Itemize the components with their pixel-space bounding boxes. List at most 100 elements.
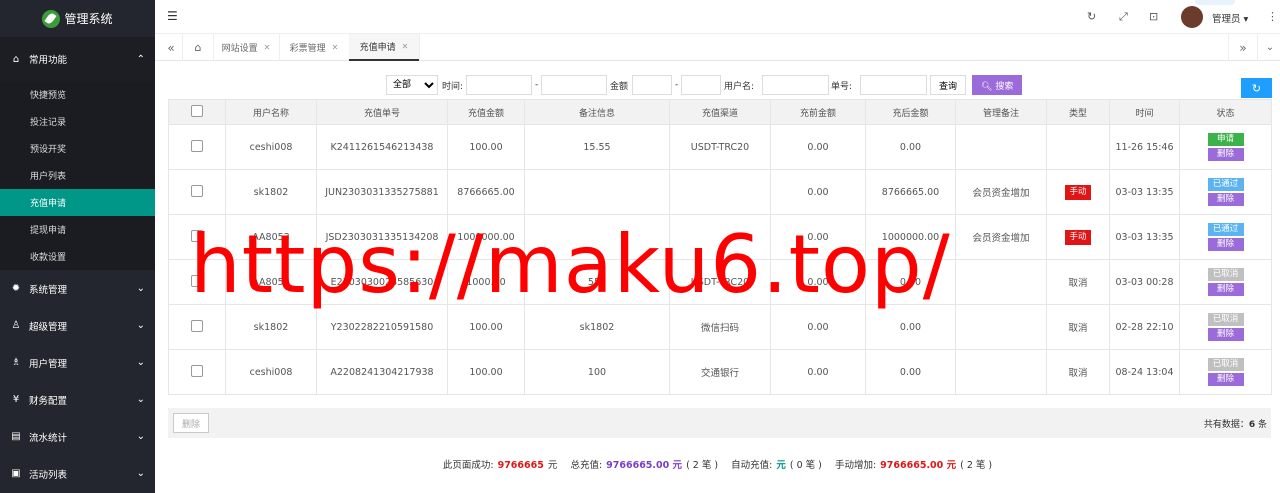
sidebar-group-finance[interactable]: ¥ 财务配置 ⌄	[0, 381, 155, 418]
status-badge[interactable]: 已取消	[1207, 313, 1244, 326]
row-delete-button[interactable]: 删除	[1207, 148, 1244, 161]
sidebar-group-stats[interactable]: ▤ 流水统计 ⌄	[0, 418, 155, 455]
table-row: AA8053 JSD2303031335134208 1000000.00 0.00 1…	[168, 214, 1272, 260]
row-delete-button[interactable]: 删除	[1207, 373, 1244, 386]
sidebar-group-common[interactable]: ⌂ 常用功能 ⌃	[0, 37, 155, 81]
row-checkbox[interactable]	[191, 319, 203, 332]
cell-channel: 微信扫码	[669, 304, 771, 350]
tab-lottery-management[interactable]: 彩票管理 ✕	[279, 34, 349, 61]
time-end-input[interactable]	[541, 75, 607, 95]
tab-recharge[interactable]: 充值申请 ✕	[349, 34, 419, 61]
row-delete-button[interactable]: 删除	[1207, 328, 1244, 341]
manual-add-value: 9766665.00 元	[880, 460, 957, 471]
sidebar-group-super[interactable]: ♙ 超级管理 ⌄	[0, 307, 155, 344]
row-checkbox[interactable]	[191, 364, 203, 377]
amount-max-input[interactable]	[681, 75, 721, 95]
status-badge[interactable]: 已通过	[1207, 223, 1244, 236]
refresh-icon: ↻	[1251, 81, 1262, 95]
tabs-next-icon[interactable]: »	[1235, 34, 1251, 61]
status-badge[interactable]: 已取消	[1207, 358, 1244, 371]
sidebar-group-label: 活动列表	[29, 469, 68, 481]
cell-time: 08-24 13:04	[1109, 349, 1180, 395]
close-icon[interactable]: ✕	[332, 43, 339, 52]
sidebar-item-bet-records[interactable]: 投注记录	[0, 108, 155, 135]
table-refresh-button[interactable]: ↻	[1241, 78, 1272, 98]
close-icon[interactable]: ✕	[264, 43, 271, 52]
cell-order-no: A2208241304217938	[316, 349, 448, 395]
avatar[interactable]	[1181, 6, 1203, 28]
money-icon: ¥	[12, 394, 20, 405]
row-checkbox[interactable]	[191, 229, 203, 242]
user-menu[interactable]: 管理员 ▾	[1212, 11, 1248, 25]
select-all-checkbox[interactable]	[191, 104, 203, 117]
chevron-down-icon: ⌄	[136, 357, 145, 368]
checkbox-cell	[168, 169, 226, 215]
search-button[interactable]: 🔍︎ 搜索	[972, 75, 1023, 95]
total-count-text: 共有数据：6 条	[1204, 417, 1267, 430]
more-vertical-icon[interactable]: ⋮	[1267, 10, 1278, 23]
username-input[interactable]	[762, 75, 829, 95]
row-checkbox[interactable]	[191, 184, 203, 197]
cell-channel: 交通银行	[669, 349, 771, 395]
query-button[interactable]: 查询	[930, 75, 967, 95]
sidebar-group-label: 超级管理	[29, 321, 68, 333]
row-delete-button[interactable]: 删除	[1207, 238, 1244, 251]
tab-label: 彩票管理	[289, 44, 326, 54]
sidebar-group-label: 财务配置	[29, 395, 68, 407]
tabs-prev-icon[interactable]: «	[163, 34, 179, 61]
order-input[interactable]	[860, 75, 927, 95]
time-start-input[interactable]	[466, 75, 532, 95]
fullscreen-icon[interactable]: ⤢	[1119, 10, 1128, 24]
table-row: ceshi008 K2411261546213438 100.00 15.55 USDT…	[168, 124, 1272, 170]
sidebar-group-activity[interactable]: ▣ 活动列表 ⌄	[0, 455, 155, 492]
cell-admin-note	[955, 259, 1047, 305]
cell-status: 申请 删除	[1179, 124, 1272, 170]
sidebar-item-recharge[interactable]: 充值申请	[0, 189, 155, 216]
row-checkbox[interactable]	[191, 274, 203, 287]
status-badge[interactable]: 已取消	[1207, 268, 1244, 281]
search-button-wrapper: 🔍︎ 搜索	[972, 75, 1023, 95]
cell-amount: 8766665.00	[447, 169, 525, 215]
row-delete-button[interactable]: 删除	[1207, 283, 1244, 296]
sidebar-item-payment-settings[interactable]: 收款设置	[0, 243, 155, 270]
time-dash: -	[535, 80, 539, 90]
status-badge[interactable]: 已通过	[1207, 178, 1244, 191]
page-success-label: 此页面成功:	[442, 460, 494, 471]
app-title: 管理系统	[64, 12, 113, 26]
sidebar-group-users[interactable]: ♗ 用户管理 ⌄	[0, 344, 155, 381]
cell-order-no: Y2302282210591580	[316, 304, 448, 350]
tabs-menu-icon[interactable]: ⌄	[1263, 34, 1277, 61]
summary-line: 此页面成功: 9766665 元 总充值: 9766665.00 元( 2 笔 ) 自…	[155, 457, 1280, 471]
cell-before: 0.00	[770, 124, 866, 170]
cell-admin-note: 会员资金增加	[955, 214, 1047, 260]
menu-fold-icon[interactable]: ☰	[167, 9, 178, 23]
tab-site-settings[interactable]: 网站设置 ✕	[213, 34, 279, 61]
app-logo[interactable]: 管理系统	[0, 0, 155, 37]
row-checkbox[interactable]	[191, 139, 203, 152]
status-badge[interactable]: 申请	[1207, 133, 1244, 146]
type-badge: 手动	[1065, 229, 1091, 245]
col-admin-note: 管理备注	[955, 99, 1047, 125]
sidebar-item-withdraw[interactable]: 提现申请	[0, 216, 155, 243]
home-tab-icon[interactable]: ⌂	[190, 34, 206, 61]
sidebar-group-system[interactable]: ✹ 系统管理 ⌄	[0, 270, 155, 307]
cell-admin-note: 会员资金增加	[955, 169, 1047, 215]
sidebar-item-quick-preview[interactable]: 快捷预览	[0, 81, 155, 108]
amount-min-input[interactable]	[632, 75, 672, 95]
refresh-icon[interactable]: ↻	[1087, 10, 1096, 23]
cell-note	[524, 214, 670, 260]
sidebar-item-preset-draw[interactable]: 预设开奖	[0, 135, 155, 162]
row-delete-button[interactable]: 删除	[1207, 193, 1244, 206]
username-label: 用户名:	[724, 81, 755, 92]
batch-delete-button[interactable]: 删除	[173, 413, 210, 433]
amount-dash: -	[675, 80, 679, 90]
close-icon[interactable]: ✕	[402, 42, 409, 51]
lock-icon[interactable]: ⊡	[1149, 10, 1158, 23]
col-after: 充后金额	[865, 99, 956, 125]
sidebar-item-user-list[interactable]: 用户列表	[0, 162, 155, 189]
type-badge: 手动	[1065, 184, 1091, 200]
type-select[interactable]: 全部	[386, 75, 438, 95]
tab-separator	[1257, 34, 1258, 61]
cell-channel: USDT-TRC20	[669, 259, 771, 305]
cell-time: 03-03 13:35	[1109, 214, 1180, 260]
